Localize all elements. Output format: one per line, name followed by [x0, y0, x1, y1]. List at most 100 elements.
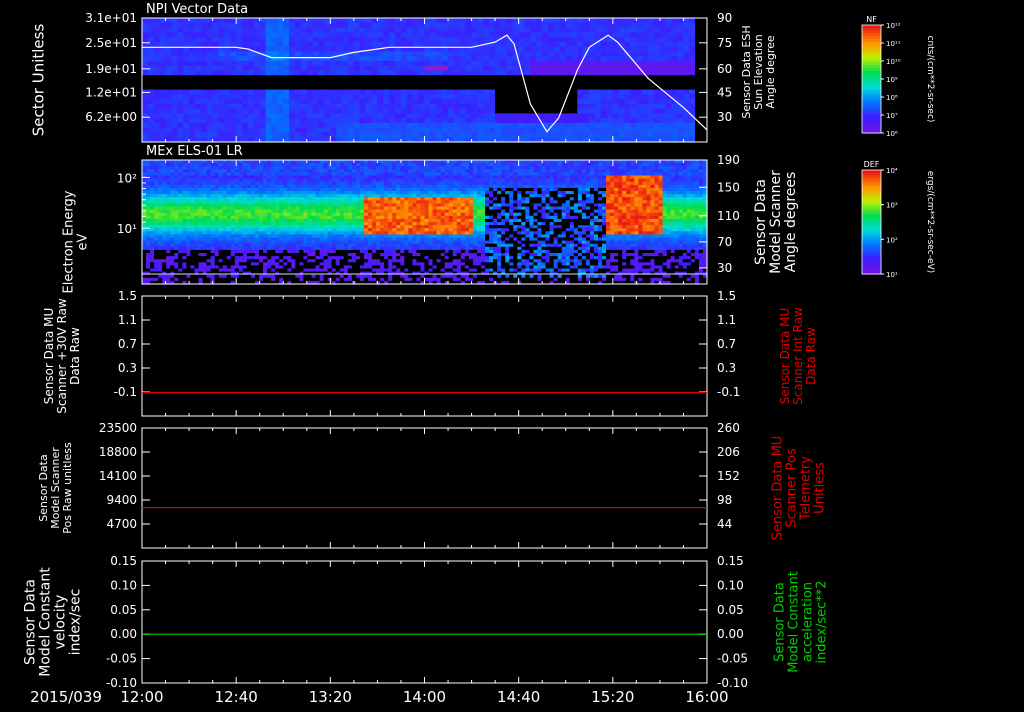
npi-cell — [189, 94, 195, 99]
npi-cell — [542, 85, 548, 90]
npi-cell — [407, 109, 413, 114]
npi-cell — [224, 123, 230, 128]
npi-cell — [177, 99, 183, 104]
npi-cell — [318, 23, 324, 28]
npi-cell — [166, 56, 172, 61]
npi-cell — [283, 109, 289, 114]
npi-cell — [424, 109, 430, 114]
npi-cell — [324, 70, 330, 75]
npi-cell — [348, 132, 354, 137]
npi-cell — [577, 18, 583, 23]
npi-cell — [318, 99, 324, 104]
npi-cell — [577, 109, 583, 114]
npi-cell — [454, 109, 460, 114]
npi-cell — [283, 128, 289, 133]
npi-cell — [242, 61, 248, 66]
npi-cell — [689, 66, 695, 71]
npi-cell — [542, 56, 548, 61]
npi-cell — [583, 99, 589, 104]
npi-cell — [407, 85, 413, 90]
npi-cell — [548, 94, 554, 99]
npi-cell — [448, 94, 454, 99]
npi-cell — [148, 37, 154, 42]
npi-cell — [242, 56, 248, 61]
npi-cell — [683, 47, 689, 52]
npi-cell — [501, 66, 507, 71]
npi-cell — [507, 18, 513, 23]
npi-cell — [536, 37, 542, 42]
npi-cell — [501, 113, 507, 118]
npi-cell — [260, 80, 266, 85]
npi-cell — [324, 61, 330, 66]
npi-cell — [295, 66, 301, 71]
npi-cell — [395, 123, 401, 128]
npi-cell — [436, 113, 442, 118]
npi-cell — [330, 23, 336, 28]
npi-cell — [324, 113, 330, 118]
npi-cell — [442, 70, 448, 75]
npi-cell — [454, 113, 460, 118]
npi-cell — [230, 94, 236, 99]
npi-cell — [413, 123, 419, 128]
npi-cell — [430, 104, 436, 109]
npi-cell — [524, 51, 530, 56]
npi-cell — [483, 23, 489, 28]
npi-cell — [366, 113, 372, 118]
npi-cell — [554, 70, 560, 75]
npi-cell — [154, 28, 160, 33]
npi-cell — [448, 28, 454, 33]
npi-cell — [407, 80, 413, 85]
npi-cell — [342, 123, 348, 128]
npi-cell — [424, 90, 430, 95]
npi-cell — [513, 66, 519, 71]
npi-cell — [277, 66, 283, 71]
npi-cell — [613, 132, 619, 137]
npi-cell — [360, 23, 366, 28]
npi-cell — [189, 90, 195, 95]
npi-cell — [166, 51, 172, 56]
npi-cell — [224, 61, 230, 66]
npi-cell — [360, 37, 366, 42]
npi-cell — [495, 94, 501, 99]
npi-cell — [424, 32, 430, 37]
npi-cell — [554, 123, 560, 128]
npi-cell — [307, 75, 313, 80]
npi-cell — [483, 118, 489, 123]
npi-cell — [507, 113, 513, 118]
npi-cell — [583, 37, 589, 42]
npi-cell — [295, 85, 301, 90]
npi-cell — [289, 56, 295, 61]
npi-cell — [571, 128, 577, 133]
npi-cell — [195, 42, 201, 47]
npi-cell — [383, 51, 389, 56]
npi-cell — [242, 37, 248, 42]
npi-cell — [301, 75, 307, 80]
npi-cell — [501, 42, 507, 47]
npi-cell — [354, 118, 360, 123]
npi-cell — [566, 47, 572, 52]
npi-cell — [613, 70, 619, 75]
npi-cell — [360, 99, 366, 104]
npi-cell — [530, 66, 536, 71]
npi-cell — [189, 132, 195, 137]
npi-cell — [224, 104, 230, 109]
npi-cell — [442, 66, 448, 71]
npi-cell — [571, 90, 577, 95]
npi-cell — [389, 23, 395, 28]
npi-cell — [283, 42, 289, 47]
npi-cell — [624, 80, 630, 85]
npi-cell — [336, 123, 342, 128]
npi-cell — [489, 51, 495, 56]
npi-cell — [660, 32, 666, 37]
npi-cell — [342, 90, 348, 95]
npi-cell — [501, 104, 507, 109]
npi-cell — [254, 85, 260, 90]
npi-cell — [307, 51, 313, 56]
npi-cell — [254, 99, 260, 104]
npi-cell — [571, 56, 577, 61]
npi-cell — [218, 99, 224, 104]
npi-cell — [189, 28, 195, 33]
npi-cell — [654, 51, 660, 56]
npi-cell — [242, 28, 248, 33]
npi-cell — [566, 128, 572, 133]
